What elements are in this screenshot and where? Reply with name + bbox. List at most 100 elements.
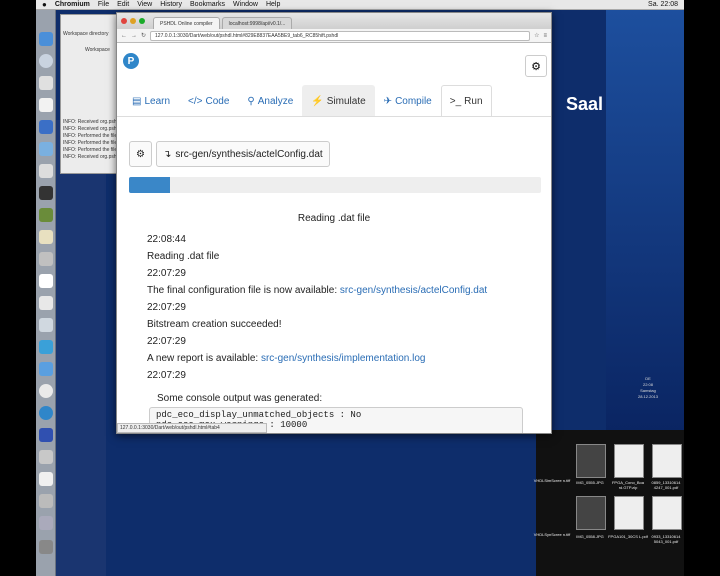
minimize-window-button[interactable] xyxy=(130,18,136,24)
run-settings-button[interactable]: ⚙ xyxy=(129,141,152,167)
menu-window[interactable]: Window xyxy=(233,1,258,8)
progress-bar xyxy=(129,177,541,193)
apple-icon[interactable]: ● xyxy=(42,0,47,9)
text-icon[interactable] xyxy=(39,472,53,486)
tab-label: Compile xyxy=(395,95,432,107)
finder-icon[interactable] xyxy=(39,32,53,46)
report-link[interactable]: src-gen/synthesis/implementation.log xyxy=(261,353,426,364)
browser-tab-pshdl[interactable]: PSHDL Online compiler xyxy=(153,17,220,29)
back-icon[interactable]: ← xyxy=(121,33,127,39)
file-thumb[interactable] xyxy=(614,496,644,530)
tab-label: Simulate xyxy=(326,95,366,107)
tab-run[interactable]: >_ Run xyxy=(440,85,492,117)
xcode-icon[interactable] xyxy=(39,318,53,332)
log-message: Bitstream creation succeeded! xyxy=(147,319,282,330)
config-file-label: src-gen/synthesis/actelConfig.dat xyxy=(175,148,323,160)
log-line: INFO: Received org.pshdl xyxy=(63,154,121,160)
log-timestamp: 22:07:29 xyxy=(147,336,186,347)
file-thumb[interactable] xyxy=(614,444,644,478)
chromium-icon[interactable] xyxy=(39,384,53,398)
run-log: 22:08:44 Reading .dat file 22:07:29 The … xyxy=(147,231,537,384)
file-label: VHDLSynScree n.tiff xyxy=(533,532,571,537)
rocket-icon: ✈ xyxy=(383,95,393,107)
itunes-icon[interactable] xyxy=(39,164,53,178)
file-label: FPGA101_30CS L.pdf xyxy=(608,534,648,539)
menu-app[interactable]: Chromium xyxy=(55,1,90,8)
stethoscope-icon: ⚲ xyxy=(247,95,255,107)
tab-compile[interactable]: ✈ Compile xyxy=(375,85,441,117)
gears-icon: ⚙ xyxy=(136,148,145,160)
code-icon: </> xyxy=(188,95,203,107)
background-log: INFO: Received org.pshdl INFO: Received … xyxy=(63,119,121,161)
gear-icon: ⚙ xyxy=(531,60,541,73)
pshdl-logo[interactable]: P xyxy=(123,53,139,69)
tab-code[interactable]: </> Code xyxy=(179,85,238,117)
menu-file[interactable]: File xyxy=(98,1,109,8)
reload-icon[interactable]: ↻ xyxy=(141,32,146,39)
brand-text: Saal xyxy=(566,94,604,114)
safari-icon[interactable] xyxy=(39,54,53,68)
browser-titlebar: PSHDL Online compiler localhost:9998/api… xyxy=(117,13,551,29)
pshdl-page: P ⚙ ▤ Learn </> Code ⚲ Analyze ⚡ Simulat… xyxy=(117,43,551,433)
photos-icon[interactable] xyxy=(39,142,53,156)
tab-learn[interactable]: ▤ Learn xyxy=(123,85,179,117)
tab-analyze[interactable]: ⚲ Analyze xyxy=(238,85,302,117)
notes-icon[interactable] xyxy=(39,230,53,244)
log-line: INFO: Performed the file xyxy=(63,147,118,153)
tab-label: Code xyxy=(205,95,230,107)
utility-icon[interactable] xyxy=(39,494,53,508)
tab-label: Analyze xyxy=(257,95,294,107)
menu-icon[interactable]: ≡ xyxy=(543,33,547,39)
menu-edit[interactable]: Edit xyxy=(117,1,129,8)
taskbar-clock: DE 22:08 Samstag 28.12.2013 xyxy=(636,376,660,400)
menu-view[interactable]: View xyxy=(137,1,152,8)
nav-divider xyxy=(117,116,551,117)
config-file-button[interactable]: ↴ src-gen/synthesis/actelConfig.dat xyxy=(155,141,330,167)
log-line: INFO: Received org.pshdl xyxy=(63,119,121,125)
menubar-clock: Sa. 22:08 xyxy=(648,1,678,8)
file-label: 0933_13310614 5043_001.pdf xyxy=(651,534,681,544)
menu-bookmarks[interactable]: Bookmarks xyxy=(190,1,225,8)
appstore-icon[interactable] xyxy=(39,340,53,354)
flip-icon[interactable] xyxy=(39,428,53,442)
browser-window: PSHDL Online compiler localhost:9998/api… xyxy=(116,12,552,434)
log-timestamp: 22:08:44 xyxy=(147,234,186,245)
file-thumb[interactable] xyxy=(652,496,682,530)
dock xyxy=(36,10,56,576)
activity-icon[interactable] xyxy=(39,208,53,222)
keynote-icon[interactable] xyxy=(39,362,53,376)
log-line: INFO: Performed the file xyxy=(63,133,118,139)
file-thumb[interactable] xyxy=(652,444,682,478)
config-file-link[interactable]: src-gen/synthesis/actelConfig.dat xyxy=(340,285,487,296)
mail-icon[interactable] xyxy=(39,120,53,134)
star-icon[interactable]: ☆ xyxy=(534,32,539,39)
settings-button[interactable]: ⚙ xyxy=(525,55,547,77)
textedit-icon[interactable] xyxy=(39,296,53,310)
forward-icon[interactable]: → xyxy=(131,33,137,39)
file-label: VHDLSimScree n.tiff xyxy=(533,478,571,483)
zoom-window-button[interactable] xyxy=(139,18,145,24)
dashboard-icon[interactable] xyxy=(39,76,53,90)
calendar-icon[interactable] xyxy=(39,274,53,288)
book-icon: ▤ xyxy=(132,95,142,107)
log-message: The final configuration file is now avai… xyxy=(147,282,537,299)
finder-doc-icon[interactable] xyxy=(39,450,53,464)
terminal-icon: >_ xyxy=(449,95,462,107)
file-thumb[interactable] xyxy=(576,444,606,478)
preview-icon[interactable] xyxy=(39,252,53,266)
arrow-down-icon: ↴ xyxy=(162,148,172,160)
browser-tab-localhost[interactable]: localhost:9998/api/v0.1/... xyxy=(221,17,293,29)
address-bar[interactable]: 127.0.0.1:3030/Dart/web/out/pshdl.html#8… xyxy=(150,30,531,41)
info-icon[interactable] xyxy=(39,98,53,112)
menu-history[interactable]: History xyxy=(160,1,182,8)
pshdl-icon[interactable] xyxy=(39,406,53,420)
downloads-icon[interactable] xyxy=(39,516,53,530)
close-window-button[interactable] xyxy=(121,18,127,24)
file-thumb[interactable] xyxy=(576,496,606,530)
workspace-label: Workspace xyxy=(85,47,110,53)
trash-icon[interactable] xyxy=(39,540,53,554)
console-note: Some console output was generated: xyxy=(157,393,323,404)
menu-help[interactable]: Help xyxy=(266,1,280,8)
terminal-app-icon[interactable] xyxy=(39,186,53,200)
tab-simulate[interactable]: ⚡ Simulate xyxy=(302,85,375,117)
